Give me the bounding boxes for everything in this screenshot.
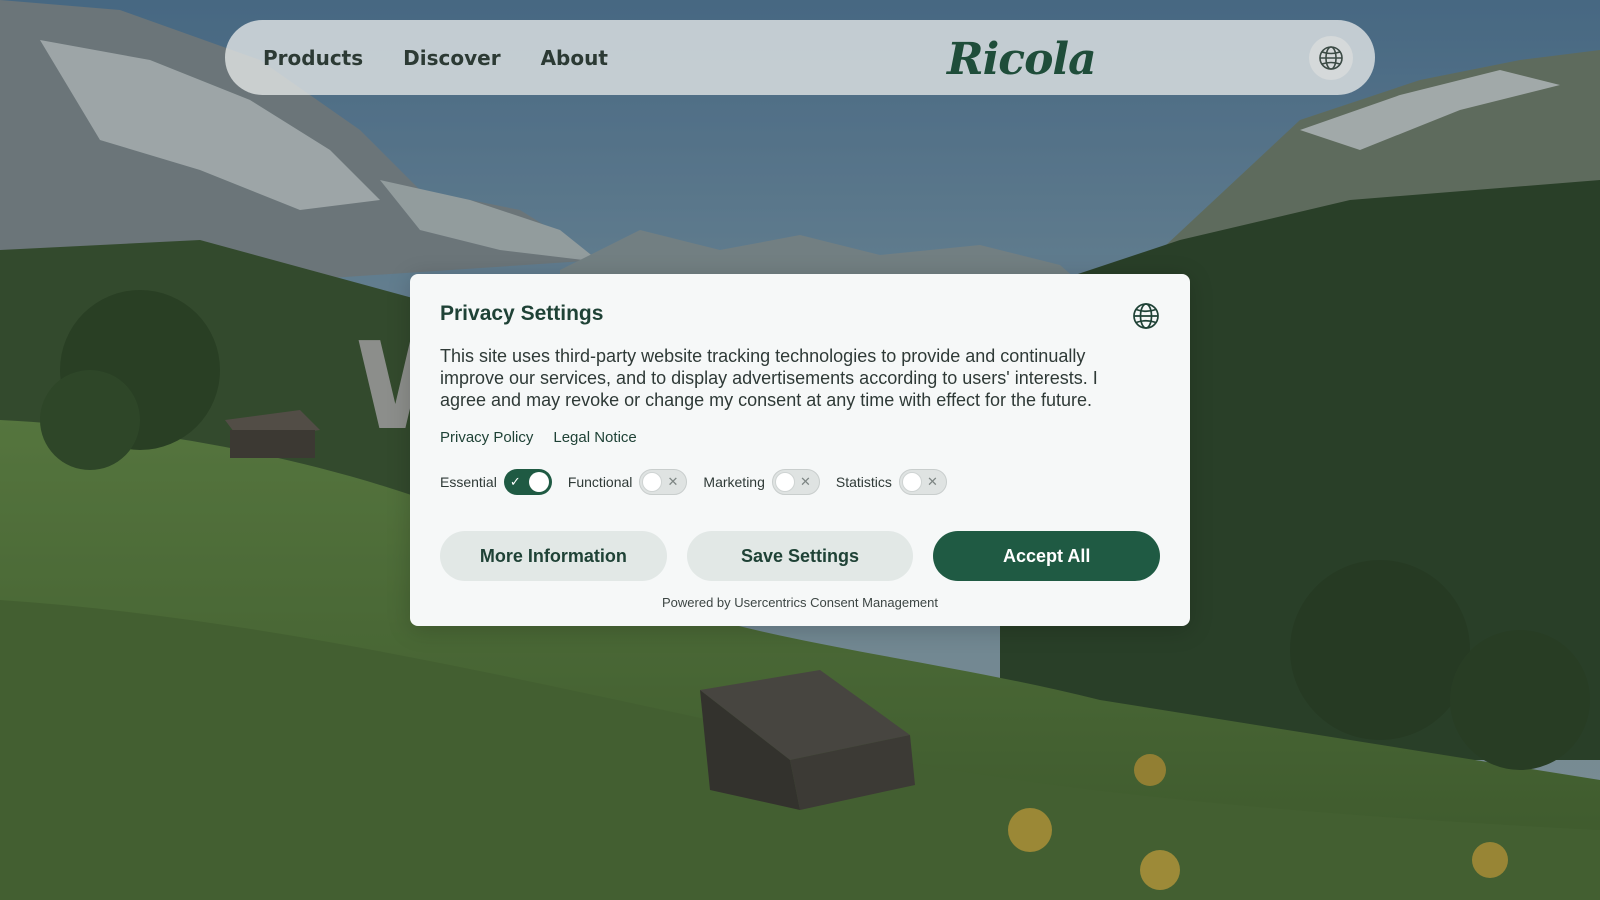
powered-by-text: Powered by Usercentrics Consent Manageme… — [661, 595, 939, 610]
toggle-knob — [642, 472, 663, 492]
nav-links: Products Discover About — [263, 46, 608, 70]
privacy-settings-dialog: Privacy Settings This site uses third-pa… — [410, 274, 1190, 626]
nav-link-products[interactable]: Products — [263, 46, 363, 70]
close-icon: ✕ — [667, 474, 679, 489]
brand-logo[interactable]: Ricola — [947, 33, 1097, 85]
toggle-knob — [774, 472, 795, 492]
close-icon: ✕ — [799, 474, 811, 489]
dialog-title: Privacy Settings — [440, 302, 604, 325]
close-icon: ✕ — [926, 474, 938, 489]
functional-toggle[interactable]: ✕ — [639, 469, 688, 495]
toggle-group-functional: Functional ✕ — [568, 469, 688, 495]
save-settings-button[interactable]: Save Settings — [686, 531, 914, 581]
top-navbar: Products Discover About Ricola — [225, 20, 1375, 95]
essential-toggle[interactable]: ✓ — [503, 469, 552, 495]
toggle-label-marketing: Marketing — [703, 474, 765, 490]
toggle-label-essential: Essential — [440, 474, 497, 490]
legal-notice-link[interactable]: Legal Notice — [553, 429, 636, 446]
brand-logo-text: Ricola — [947, 33, 1097, 85]
statistics-toggle[interactable]: ✕ — [898, 469, 947, 495]
toggle-knob — [901, 472, 922, 492]
dialog-language-button[interactable] — [1132, 302, 1162, 332]
dialog-description: This site uses third-party website track… — [440, 346, 1098, 410]
consent-category-toggles: Essential ✓ Functional ✕ Marketing ✕ Sta… — [440, 469, 1160, 495]
globe-icon — [1133, 303, 1159, 329]
globe-icon — [1319, 46, 1343, 70]
toggle-group-statistics: Statistics ✕ — [836, 469, 947, 495]
check-icon: ✓ — [509, 474, 521, 489]
toggle-label-functional: Functional — [567, 474, 633, 490]
toggle-label-statistics: Statistics — [835, 474, 892, 490]
accept-all-button[interactable]: Accept All — [933, 531, 1161, 581]
nav-link-about[interactable]: About — [541, 46, 608, 70]
dialog-buttons: More Information Save Settings Accept Al… — [440, 531, 1161, 581]
more-information-button[interactable]: More Information — [440, 531, 667, 581]
language-selector-button[interactable] — [1309, 36, 1353, 80]
toggle-knob — [528, 472, 549, 492]
toggle-group-marketing: Marketing ✕ — [703, 469, 820, 495]
nav-link-discover[interactable]: Discover — [403, 46, 500, 70]
dialog-links: Privacy Policy Legal Notice — [440, 429, 1160, 446]
toggle-group-essential: Essential ✓ — [440, 469, 552, 495]
privacy-policy-link[interactable]: Privacy Policy — [440, 429, 533, 446]
marketing-toggle[interactable]: ✕ — [771, 469, 820, 495]
